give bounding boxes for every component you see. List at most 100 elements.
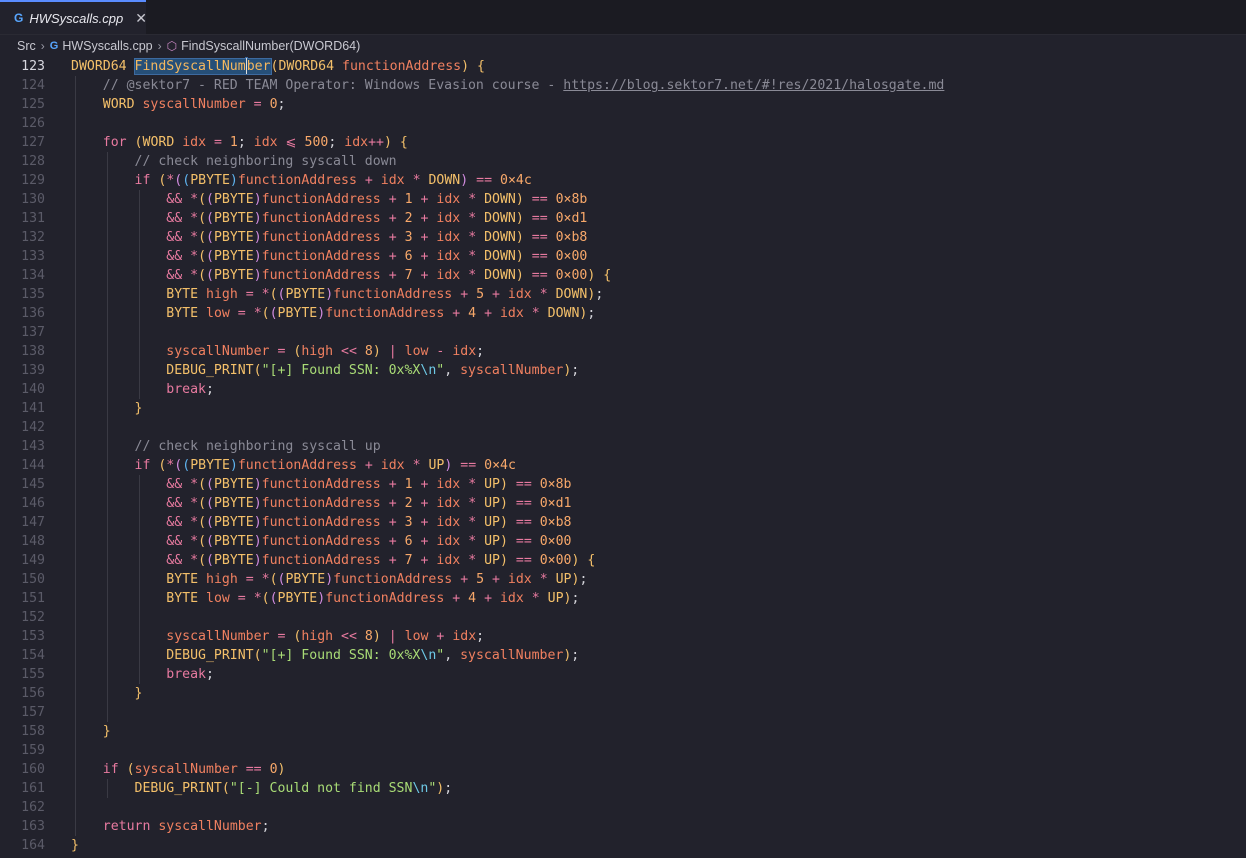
indent-guide: [139, 665, 140, 684]
code-line[interactable]: 147 && *((PBYTE)functionAddress + 3 + id…: [0, 513, 1246, 532]
code-text: [71, 608, 1246, 627]
code-text: BYTE high = *((PBYTE)functionAddress + 5…: [71, 285, 1246, 304]
cpp-file-icon: G: [14, 11, 24, 25]
line-number: 140: [21, 382, 45, 397]
indent-guide: [75, 304, 76, 323]
line-number: 162: [21, 800, 45, 815]
tab-hwsyscalls[interactable]: G HWSyscalls.cpp ✕: [0, 0, 147, 34]
code-line[interactable]: 129 if (*((PBYTE)functionAddress + idx *…: [0, 171, 1246, 190]
code-line[interactable]: 156 }: [0, 684, 1246, 703]
line-number: 156: [21, 686, 45, 701]
indent-guide: [139, 475, 140, 494]
code-line[interactable]: 164}: [0, 836, 1246, 855]
code-line[interactable]: 145 && *((PBYTE)functionAddress + 1 + id…: [0, 475, 1246, 494]
code-line[interactable]: 130 && *((PBYTE)functionAddress + 1 + id…: [0, 190, 1246, 209]
indent-guide: [139, 589, 140, 608]
code-line[interactable]: 149 && *((PBYTE)functionAddress + 7 + id…: [0, 551, 1246, 570]
code-line[interactable]: 151 BYTE low = *((PBYTE)functionAddress …: [0, 589, 1246, 608]
code-line[interactable]: 133 && *((PBYTE)functionAddress + 6 + id…: [0, 247, 1246, 266]
code-line[interactable]: 123 DWORD64 FindSyscallNumber(DWORD64 fun…: [0, 57, 1246, 76]
line-number: 124: [21, 78, 45, 93]
code-text: && *((PBYTE)functionAddress + 3 + idx * …: [71, 228, 1246, 247]
code-line[interactable]: 159: [0, 741, 1246, 760]
line-number: 144: [21, 458, 45, 473]
code-line[interactable]: 135 BYTE high = *((PBYTE)functionAddress…: [0, 285, 1246, 304]
indent-guide: [75, 817, 76, 836]
code-line[interactable]: 143 // check neighboring syscall up: [0, 437, 1246, 456]
indent-guide: [75, 646, 76, 665]
line-number: 157: [21, 705, 45, 720]
code-text: DEBUG_PRINT("[+] Found SSN: 0x%X\n", sys…: [71, 646, 1246, 665]
code-line[interactable]: 163 return syscallNumber;: [0, 817, 1246, 836]
indent-guide: [107, 380, 108, 399]
code-text: BYTE low = *((PBYTE)functionAddress + 4 …: [71, 304, 1246, 323]
breadcrumb-symbol[interactable]: FindSyscallNumber(DWORD64): [181, 39, 360, 53]
code-line[interactable]: 126: [0, 114, 1246, 133]
indent-guide: [75, 361, 76, 380]
line-number: 152: [21, 610, 45, 625]
method-cube-icon: ⬡: [166, 39, 178, 53]
code-line[interactable]: 131 && *((PBYTE)functionAddress + 2 + id…: [0, 209, 1246, 228]
code-line[interactable]: 161 DEBUG_PRINT("[-] Could not find SSN\…: [0, 779, 1246, 798]
indent-guide: [75, 684, 76, 703]
indent-guide: [75, 703, 76, 722]
code-line[interactable]: 137: [0, 323, 1246, 342]
code-text: && *((PBYTE)functionAddress + 2 + idx * …: [71, 494, 1246, 513]
line-number: 136: [21, 306, 45, 321]
code-line[interactable]: 127 for (WORD idx = 1; idx ⩽ 500; idx++)…: [0, 133, 1246, 152]
indent-guide: [75, 589, 76, 608]
code-line[interactable]: 148 && *((PBYTE)functionAddress + 6 + id…: [0, 532, 1246, 551]
code-line[interactable]: 162: [0, 798, 1246, 817]
code-text: if (*((PBYTE)functionAddress + idx * UP)…: [71, 456, 1246, 475]
code-line[interactable]: 142: [0, 418, 1246, 437]
line-number: 129: [21, 173, 45, 188]
indent-guide: [75, 722, 76, 741]
breadcrumb-folder[interactable]: Src: [17, 39, 36, 53]
code-line[interactable]: 157: [0, 703, 1246, 722]
code-line[interactable]: 136 BYTE low = *((PBYTE)functionAddress …: [0, 304, 1246, 323]
line-number: 163: [21, 819, 45, 834]
code-line[interactable]: 144 if (*((PBYTE)functionAddress + idx *…: [0, 456, 1246, 475]
code-line[interactable]: 146 && *((PBYTE)functionAddress + 2 + id…: [0, 494, 1246, 513]
indent-guide: [75, 760, 76, 779]
indent-guide: [107, 361, 108, 380]
line-number: 127: [21, 135, 45, 150]
code-line[interactable]: 154 DEBUG_PRINT("[+] Found SSN: 0x%X\n",…: [0, 646, 1246, 665]
code-line[interactable]: 128 // check neighboring syscall down: [0, 152, 1246, 171]
code-line[interactable]: 158 }: [0, 722, 1246, 741]
indent-guide: [107, 627, 108, 646]
code-line[interactable]: 139 DEBUG_PRINT("[+] Found SSN: 0x%X\n",…: [0, 361, 1246, 380]
code-text: && *((PBYTE)functionAddress + 7 + idx * …: [71, 266, 1246, 285]
breadcrumb-file[interactable]: HWSyscalls.cpp: [62, 39, 152, 53]
line-number: 141: [21, 401, 45, 416]
indent-guide: [75, 247, 76, 266]
cpp-file-icon: G: [49, 40, 59, 52]
code-line[interactable]: 132 && *((PBYTE)functionAddress + 3 + id…: [0, 228, 1246, 247]
code-line[interactable]: 134 && *((PBYTE)functionAddress + 7 + id…: [0, 266, 1246, 285]
code-line[interactable]: 141 }: [0, 399, 1246, 418]
code-line[interactable]: 124 // @sektor7 - RED TEAM Operator: Win…: [0, 76, 1246, 95]
indent-guide: [75, 190, 76, 209]
code-text: [71, 798, 1246, 817]
indent-guide: [107, 437, 108, 456]
code-line[interactable]: 153 syscallNumber = (high << 8) | low + …: [0, 627, 1246, 646]
line-number: 155: [21, 667, 45, 682]
code-editor[interactable]: 123 DWORD64 FindSyscallNumber(DWORD64 fun…: [0, 57, 1246, 855]
indent-guide: [107, 779, 108, 798]
indent-guide: [139, 285, 140, 304]
indent-guide: [107, 456, 108, 475]
close-icon[interactable]: ✕: [135, 10, 147, 27]
indent-guide: [107, 532, 108, 551]
chevron-right-icon: ›: [40, 39, 45, 53]
indent-guide: [139, 266, 140, 285]
code-line[interactable]: 152: [0, 608, 1246, 627]
code-line[interactable]: 125 WORD syscallNumber = 0;: [0, 95, 1246, 114]
code-line[interactable]: 138 syscallNumber = (high << 8) | low - …: [0, 342, 1246, 361]
code-text: }: [71, 722, 1246, 741]
indent-guide: [139, 627, 140, 646]
line-number: 159: [21, 743, 45, 758]
code-line[interactable]: 150 BYTE high = *((PBYTE)functionAddress…: [0, 570, 1246, 589]
code-line[interactable]: 155 break;: [0, 665, 1246, 684]
code-line[interactable]: 140 break;: [0, 380, 1246, 399]
code-line[interactable]: 160 if (syscallNumber == 0): [0, 760, 1246, 779]
